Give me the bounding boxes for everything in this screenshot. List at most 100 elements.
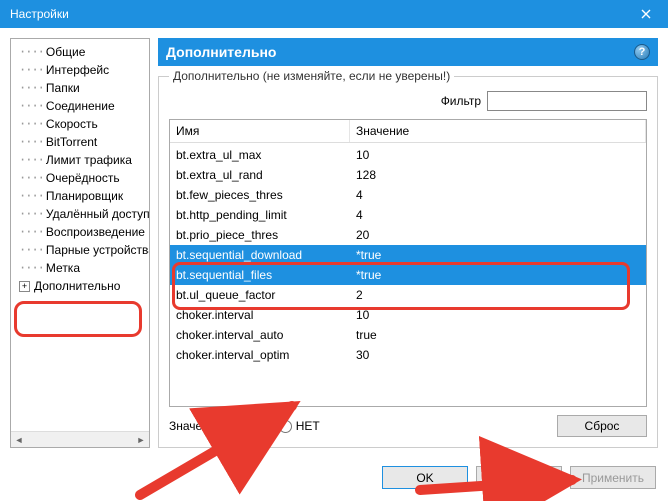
cell-name: bt.extra_ul_max xyxy=(170,148,350,162)
cell-name: bt.http_pending_limit xyxy=(170,208,350,222)
tree-item-label: Метка xyxy=(46,261,80,275)
table-row[interactable]: bt.sequential_files*true xyxy=(170,265,646,285)
section-header: Дополнительно ? xyxy=(158,38,658,66)
radio-yes[interactable]: ДА xyxy=(236,419,269,433)
tree-branch-icon: ···· xyxy=(19,63,44,77)
apply-button[interactable]: Применить xyxy=(570,466,656,489)
radio-no[interactable]: НЕТ xyxy=(279,419,320,433)
tree-item-label: Воспроизведение xyxy=(46,225,145,239)
cell-name: bt.sequential_download xyxy=(170,248,350,262)
cell-name: bt.extra_ul_rand xyxy=(170,168,350,182)
advanced-groupbox: Дополнительно (не изменяйте, если не уве… xyxy=(158,76,658,448)
tree-item-2[interactable]: ····Папки xyxy=(11,79,149,97)
cell-value: 20 xyxy=(350,228,646,242)
table-row[interactable]: choker.interval_autotrue xyxy=(170,325,646,345)
settings-table: Имя Значение bt.dl_queue_factor4bt.extra… xyxy=(169,119,647,407)
table-row[interactable]: bt.prio_piece_thres20 xyxy=(170,225,646,245)
settings-tree: ····Общие····Интерфейс····Папки····Соеди… xyxy=(10,38,150,448)
table-row[interactable]: bt.extra_ul_max10 xyxy=(170,145,646,165)
tree-item-13[interactable]: + Дополнительно xyxy=(11,277,149,295)
tree-branch-icon: ···· xyxy=(19,45,44,59)
tree-branch-icon: ···· xyxy=(19,99,44,113)
cell-value: true xyxy=(350,328,646,342)
scroll-left-icon[interactable]: ◄ xyxy=(11,432,27,448)
table-row[interactable]: bt.ul_queue_factor2 xyxy=(170,285,646,305)
tree-expander-icon[interactable]: + xyxy=(19,281,30,292)
tree-item-label: Парные устройства xyxy=(46,243,149,257)
tree-item-5[interactable]: ····BitTorrent xyxy=(11,133,149,151)
tree-item-label: Планировщик xyxy=(46,189,123,203)
help-icon[interactable]: ? xyxy=(634,44,650,60)
tree-item-label: Скорость xyxy=(46,117,98,131)
column-header-value[interactable]: Значение xyxy=(350,120,646,142)
tree-item-label: BitTorrent xyxy=(46,135,97,149)
tree-item-label: Соединение xyxy=(46,99,115,113)
close-button[interactable] xyxy=(624,0,668,28)
tree-branch-icon: ···· xyxy=(19,171,44,185)
cell-value: *true xyxy=(350,268,646,282)
tree-branch-icon: ···· xyxy=(19,189,44,203)
titlebar: Настройки xyxy=(0,0,668,28)
cell-value: 128 xyxy=(350,168,646,182)
value-label: Значение: xyxy=(169,419,226,433)
cell-value: 10 xyxy=(350,308,646,322)
cell-value: 2 xyxy=(350,288,646,302)
radio-no-input[interactable] xyxy=(279,420,292,433)
tree-scrollbar-horizontal[interactable]: ◄ ► xyxy=(11,431,149,447)
table-row[interactable]: choker.interval_optim30 xyxy=(170,345,646,363)
section-title: Дополнительно xyxy=(166,44,276,60)
tree-item-0[interactable]: ····Общие xyxy=(11,43,149,61)
tree-item-12[interactable]: ····Метка xyxy=(11,259,149,277)
table-header: Имя Значение xyxy=(170,120,646,143)
cell-value: 4 xyxy=(350,188,646,202)
tree-item-4[interactable]: ····Скорость xyxy=(11,115,149,133)
cancel-button[interactable]: Отмена xyxy=(476,466,562,489)
filter-label: Фильтр xyxy=(441,94,481,108)
tree-item-6[interactable]: ····Лимит трафика xyxy=(11,151,149,169)
cell-value: 10 xyxy=(350,148,646,162)
tree-item-3[interactable]: ····Соединение xyxy=(11,97,149,115)
scroll-right-icon[interactable]: ► xyxy=(133,432,149,448)
filter-input[interactable] xyxy=(487,91,647,111)
tree-branch-icon: ···· xyxy=(19,261,44,275)
tree-item-label: Интерфейс xyxy=(46,63,109,77)
table-row[interactable]: bt.few_pieces_thres4 xyxy=(170,185,646,205)
tree-branch-icon: ···· xyxy=(19,207,44,221)
tree-branch-icon: ···· xyxy=(19,135,44,149)
cell-name: bt.ul_queue_factor xyxy=(170,288,350,302)
tree-item-8[interactable]: ····Планировщик xyxy=(11,187,149,205)
cell-name: bt.few_pieces_thres xyxy=(170,188,350,202)
tree-branch-icon: ···· xyxy=(19,243,44,257)
tree-item-7[interactable]: ····Очерёдность xyxy=(11,169,149,187)
dialog-buttons: OK Отмена Применить xyxy=(0,458,668,497)
tree-item-label: Удалённый доступ xyxy=(46,207,149,221)
tree-item-label: Дополнительно xyxy=(34,279,120,293)
tree-branch-icon: ···· xyxy=(19,225,44,239)
tree-branch-icon: ···· xyxy=(19,81,44,95)
tree-item-1[interactable]: ····Интерфейс xyxy=(11,61,149,79)
tree-item-11[interactable]: ····Парные устройства xyxy=(11,241,149,259)
tree-item-label: Лимит трафика xyxy=(46,153,132,167)
cell-value: *true xyxy=(350,248,646,262)
table-row[interactable]: bt.http_pending_limit4 xyxy=(170,205,646,225)
cell-name: bt.sequential_files xyxy=(170,268,350,282)
column-header-name[interactable]: Имя xyxy=(170,120,350,142)
tree-item-label: Общие xyxy=(46,45,85,59)
table-row[interactable]: choker.interval10 xyxy=(170,305,646,325)
tree-item-10[interactable]: ····Воспроизведение xyxy=(11,223,149,241)
table-body[interactable]: bt.dl_queue_factor4bt.extra_ul_max10bt.e… xyxy=(170,143,646,363)
ok-button[interactable]: OK xyxy=(382,466,468,489)
table-row[interactable]: bt.extra_ul_rand128 xyxy=(170,165,646,185)
table-row[interactable]: bt.sequential_download*true xyxy=(170,245,646,265)
cell-name: choker.interval_auto xyxy=(170,328,350,342)
cell-value: 4 xyxy=(350,208,646,222)
tree-branch-icon: ···· xyxy=(19,117,44,131)
reset-button[interactable]: Сброс xyxy=(557,415,647,437)
tree-item-9[interactable]: ····Удалённый доступ xyxy=(11,205,149,223)
cell-name: choker.interval xyxy=(170,308,350,322)
tree-item-label: Очерёдность xyxy=(46,171,120,185)
tree-branch-icon: ···· xyxy=(19,153,44,167)
groupbox-title: Дополнительно (не изменяйте, если не уве… xyxy=(169,69,454,83)
radio-yes-input[interactable] xyxy=(236,420,249,433)
cell-name: bt.prio_piece_thres xyxy=(170,228,350,242)
